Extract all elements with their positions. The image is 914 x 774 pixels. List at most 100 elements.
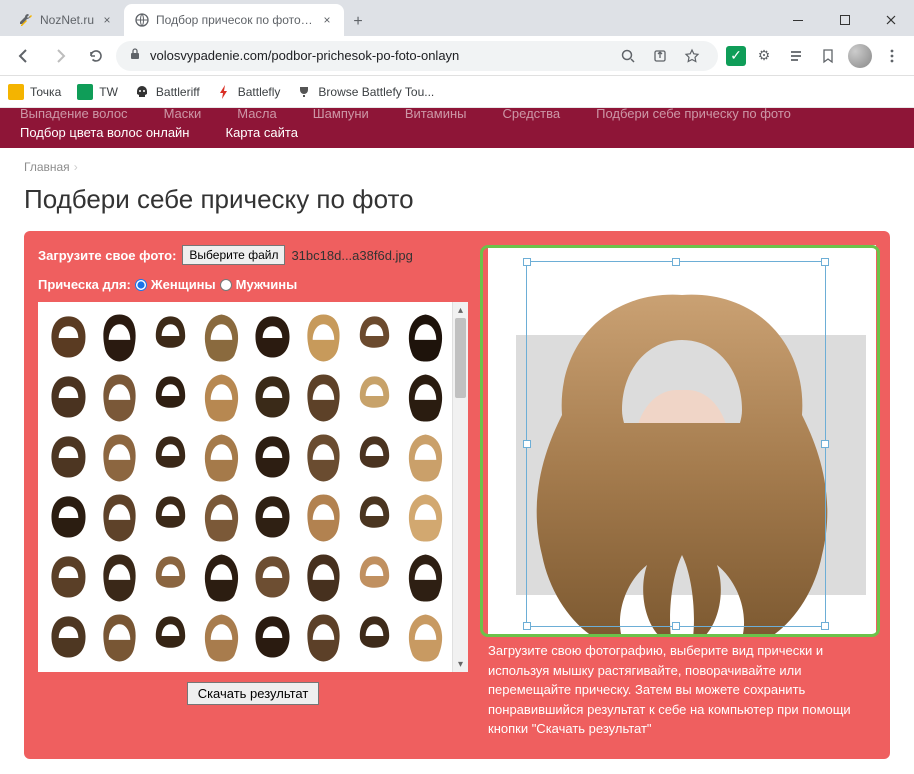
hairstyle-thumbnail[interactable] xyxy=(299,368,348,424)
preview-canvas[interactable] xyxy=(488,245,876,635)
nav-link[interactable]: Маски xyxy=(164,108,202,121)
close-icon[interactable]: × xyxy=(320,13,334,27)
star-icon[interactable] xyxy=(678,42,706,70)
hairstyle-thumbnail[interactable] xyxy=(248,548,297,604)
hairstyle-thumbnail[interactable] xyxy=(350,548,399,604)
nav-link[interactable]: Витамины xyxy=(405,108,467,121)
bookmark-item[interactable]: TW xyxy=(77,84,118,100)
close-window-button[interactable] xyxy=(868,4,914,36)
hairstyle-thumbnail[interactable] xyxy=(401,368,450,424)
hairstyle-thumbnail[interactable] xyxy=(146,488,195,544)
hairstyle-thumbnail[interactable] xyxy=(44,428,93,484)
hairstyle-thumbnail[interactable] xyxy=(95,368,144,424)
close-icon[interactable]: × xyxy=(100,13,114,27)
scroll-thumb[interactable] xyxy=(455,318,466,398)
bookmark-item[interactable]: Точка xyxy=(8,84,61,100)
hairstyle-thumbnail[interactable] xyxy=(401,608,450,664)
nav-link[interactable]: Средства xyxy=(503,108,561,121)
hairstyle-thumbnail[interactable] xyxy=(299,548,348,604)
bookmark-item[interactable]: Battleriff xyxy=(134,84,200,100)
hairstyle-thumbnail[interactable] xyxy=(44,488,93,544)
scroll-up-icon[interactable]: ▴ xyxy=(453,302,468,318)
hairstyle-thumbnail[interactable] xyxy=(401,428,450,484)
hairstyle-thumbnail[interactable] xyxy=(197,428,246,484)
nav-link[interactable]: Масла xyxy=(237,108,277,121)
hairstyle-thumbnail[interactable] xyxy=(95,308,144,364)
address-bar[interactable]: volosvypadenie.com/podbor-prichesok-po-f… xyxy=(116,41,718,71)
resize-handle[interactable] xyxy=(821,622,829,630)
hairstyle-thumbnail[interactable] xyxy=(197,308,246,364)
hairstyle-thumbnail[interactable] xyxy=(299,488,348,544)
hairstyle-thumbnail[interactable] xyxy=(350,368,399,424)
hairstyle-thumbnail[interactable] xyxy=(401,308,450,364)
extension-bookmark-icon[interactable] xyxy=(814,42,842,70)
browser-tab-active[interactable]: Подбор причесок по фото онла × xyxy=(124,4,344,36)
hairstyle-thumbnail[interactable] xyxy=(95,608,144,664)
minimize-button[interactable] xyxy=(776,4,822,36)
hairstyle-thumbnail[interactable] xyxy=(197,608,246,664)
hairstyle-thumbnail[interactable] xyxy=(146,548,195,604)
hairstyle-thumbnail[interactable] xyxy=(197,368,246,424)
browser-tab-inactive[interactable]: NozNet.ru × xyxy=(8,4,124,36)
resize-handle[interactable] xyxy=(821,258,829,266)
hairstyle-thumbnail[interactable] xyxy=(248,608,297,664)
hairstyle-thumbnail[interactable] xyxy=(299,308,348,364)
hairstyle-thumbnail[interactable] xyxy=(350,428,399,484)
extension-list-icon[interactable] xyxy=(782,42,810,70)
hairstyle-thumbnail[interactable] xyxy=(44,308,93,364)
resize-handle[interactable] xyxy=(523,440,531,448)
nav-link[interactable]: Шампуни xyxy=(313,108,369,121)
download-button[interactable]: Скачать результат xyxy=(187,682,320,705)
back-button[interactable] xyxy=(8,40,40,72)
selection-box[interactable] xyxy=(526,261,826,627)
extension-gear-icon[interactable]: ⚙ xyxy=(750,42,778,70)
hairstyle-thumbnail[interactable] xyxy=(248,308,297,364)
maximize-button[interactable] xyxy=(822,4,868,36)
share-icon[interactable] xyxy=(646,42,674,70)
hairstyle-thumbnail[interactable] xyxy=(44,368,93,424)
hairstyle-thumbnail[interactable] xyxy=(146,608,195,664)
scroll-down-icon[interactable]: ▾ xyxy=(453,656,468,672)
gallery-scrollbar[interactable]: ▴ ▾ xyxy=(452,302,468,672)
nav-link[interactable]: Выпадение волос xyxy=(20,108,128,121)
choose-file-button[interactable]: Выберите файл xyxy=(182,245,285,265)
nav-link[interactable]: Подбор цвета волос онлайн xyxy=(20,125,190,140)
resize-handle[interactable] xyxy=(672,622,680,630)
nav-link[interactable]: Подбери себе прическу по фото xyxy=(596,108,791,121)
hairstyle-thumbnail[interactable] xyxy=(146,368,195,424)
resize-handle[interactable] xyxy=(523,622,531,630)
gender-male-radio[interactable] xyxy=(220,279,232,291)
new-tab-button[interactable]: + xyxy=(344,8,372,36)
hairstyle-thumbnail[interactable] xyxy=(401,488,450,544)
hairstyle-thumbnail[interactable] xyxy=(248,368,297,424)
hairstyle-thumbnail[interactable] xyxy=(248,488,297,544)
hairstyle-thumbnail[interactable] xyxy=(95,548,144,604)
hairstyle-thumbnail[interactable] xyxy=(350,308,399,364)
hairstyle-thumbnail[interactable] xyxy=(350,488,399,544)
hairstyle-thumbnail[interactable] xyxy=(44,548,93,604)
hairstyle-thumbnail[interactable] xyxy=(95,488,144,544)
bookmark-item[interactable]: Browse Battlefy Tou... xyxy=(296,84,434,100)
hairstyle-thumbnail[interactable] xyxy=(44,608,93,664)
hairstyle-thumbnail[interactable] xyxy=(146,308,195,364)
hairstyle-thumbnail[interactable] xyxy=(197,548,246,604)
hairstyle-thumbnail[interactable] xyxy=(401,548,450,604)
extension-check-icon[interactable]: ✓ xyxy=(726,46,746,66)
forward-button[interactable] xyxy=(44,40,76,72)
profile-avatar[interactable] xyxy=(846,42,874,70)
hairstyle-thumbnail[interactable] xyxy=(95,428,144,484)
breadcrumb-home[interactable]: Главная xyxy=(24,160,70,174)
resize-handle[interactable] xyxy=(523,258,531,266)
hairstyle-thumbnail[interactable] xyxy=(197,488,246,544)
gender-female-radio[interactable] xyxy=(135,279,147,291)
hairstyle-thumbnail[interactable] xyxy=(299,608,348,664)
hairstyle-thumbnail[interactable] xyxy=(146,428,195,484)
hairstyle-thumbnail[interactable] xyxy=(248,428,297,484)
resize-handle[interactable] xyxy=(821,440,829,448)
hairstyle-thumbnail[interactable] xyxy=(350,608,399,664)
resize-handle[interactable] xyxy=(672,258,680,266)
bookmark-item[interactable]: Battlefly xyxy=(216,84,281,100)
nav-link[interactable]: Карта сайта xyxy=(226,125,298,140)
search-icon[interactable] xyxy=(614,42,642,70)
menu-icon[interactable] xyxy=(878,42,906,70)
